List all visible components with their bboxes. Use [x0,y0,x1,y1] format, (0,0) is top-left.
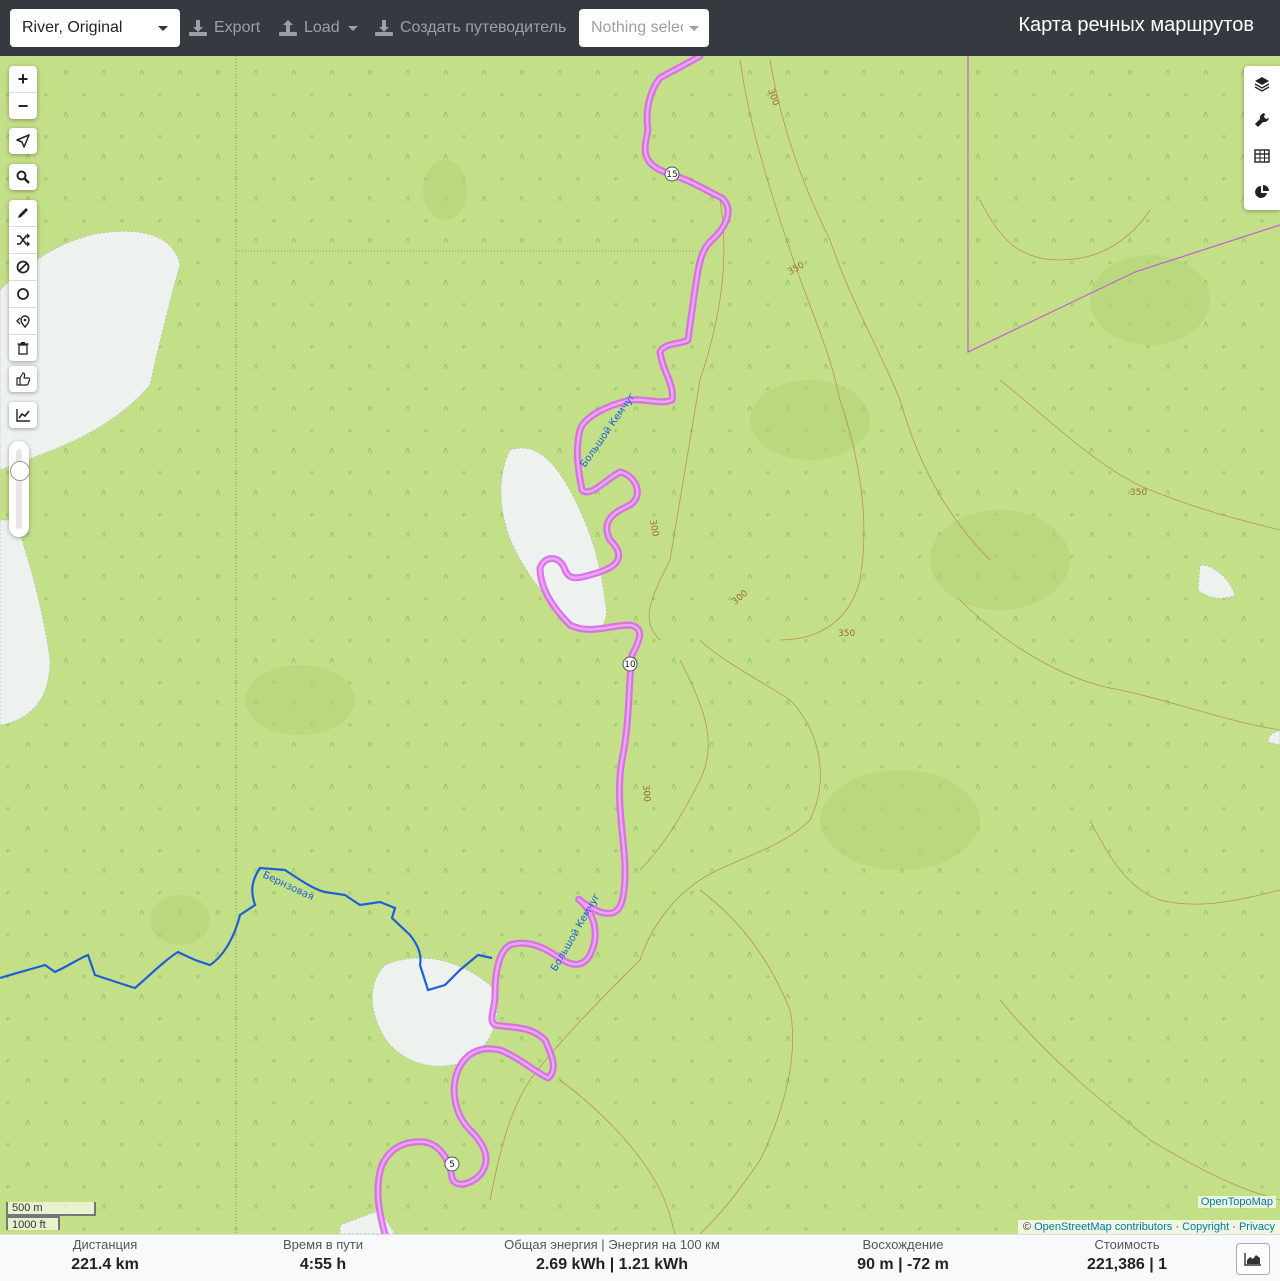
stat-distance: Дистанция 221.4 km [40,1237,170,1274]
circle-button[interactable] [9,280,37,307]
layers-button[interactable] [1244,66,1280,102]
waypoint-marker[interactable]: 5 [444,1156,460,1172]
draw-button[interactable] [9,200,37,226]
route-stats-bar: Дистанция 221.4 km Время в пути 4:55 h О… [0,1234,1280,1281]
elevation-control [9,402,37,428]
attribution-separator: · [1175,1221,1179,1233]
line-chart-icon [15,409,30,422]
waypoint-marker[interactable]: 10 [622,656,638,672]
locate-button[interactable] [9,128,37,154]
elevation-chart-button[interactable] [9,402,37,428]
edit-toolbar [9,200,37,361]
area-chart-icon [1244,1253,1261,1266]
trash-icon [17,342,29,355]
search-icon [16,170,30,184]
attribution-prefix: © [1022,1221,1032,1233]
create-guide-button[interactable]: Создать путеводитель [374,16,566,40]
stat-label: Время в пути [283,1237,363,1252]
location-arrow-icon [16,134,30,148]
stat-energy: Общая энергия | Энергия на 100 км 2.69 k… [482,1237,742,1274]
map[interactable]: ᵩ ᴧ [0,56,1280,1234]
no-go-area-button[interactable] [9,253,37,280]
poi-button[interactable] [9,307,37,334]
stat-value: 221.4 km [71,1256,139,1273]
search-button[interactable] [9,164,37,190]
opacity-slider[interactable] [9,441,30,537]
chevron-down-icon [689,25,699,31]
osm-link[interactable]: OpenStreetMap contributors [1034,1221,1172,1233]
download-icon [375,20,393,36]
thumbs-up-icon [15,372,30,386]
waypoint-label: 5 [449,1160,455,1170]
profile-select[interactable]: River, Original [10,9,180,47]
layers-icon [1254,77,1270,92]
pie-chart-icon [1255,185,1269,198]
shuffle-icon [17,233,30,247]
map-canvas[interactable]: ᵩ ᴧ [0,56,1280,1234]
search-control [9,164,37,190]
stat-label: Стоимость [1094,1237,1160,1252]
stat-ascent: Восхождение 90 m | -72 m [838,1237,968,1274]
circle-icon [17,288,29,300]
contour-label: 350 [1130,488,1147,498]
waypoint-label: 15 [666,170,677,180]
scale-bar: 500 m 1000 ft [6,1202,96,1231]
analysis-button[interactable] [1244,174,1280,210]
stat-cost: Стоимость 221,386 | 1 [1062,1237,1192,1274]
attribution-separator: · [1232,1221,1236,1233]
scale-imperial: 1000 ft [6,1216,60,1231]
profile-select-value: River, Original [22,19,123,36]
waypoint-label: 10 [624,660,636,670]
reverse-route-button[interactable] [9,226,37,253]
stat-value: 90 m | -72 m [857,1256,949,1273]
zoom-in-button[interactable]: + [9,66,37,92]
stat-value: 2.69 kWh | 1.21 kWh [535,1256,689,1273]
attribution: © OpenStreetMap contributors · Copyright… [1017,1220,1280,1234]
map-marker-icon [16,315,30,328]
export-label: Export [214,19,261,36]
locate-control [9,128,37,154]
contour-label: 350 [838,629,855,639]
layer-name[interactable]: OpenTopoMap [1197,1196,1276,1208]
load-button[interactable]: Load [278,16,358,40]
chevron-down-icon [347,25,358,31]
create-guide-label: Создать путеводитель [400,19,567,36]
thumb-control [9,366,37,392]
slider-knob[interactable] [10,461,30,481]
copyright-link[interactable]: Copyright [1182,1221,1229,1233]
table-button[interactable] [1244,138,1280,174]
stat-value: 4:55 h [299,1256,347,1273]
navbar: River, Original Export Load Создать путе… [0,0,1280,56]
stat-value: 221,386 | 1 [1086,1256,1168,1273]
export-button[interactable]: Export [188,16,260,40]
scale-metric: 500 m [6,1202,96,1216]
stat-label: Общая энергия | Энергия на 100 км [504,1237,720,1252]
elevation-profile-button[interactable] [1236,1243,1270,1275]
upload-icon [279,20,297,36]
selection-dropdown-value: Nothing selected [591,19,683,36]
chevron-down-icon [158,25,168,31]
pencil-icon [18,208,28,218]
ban-icon [16,260,30,274]
download-icon [189,20,207,36]
contour-label: 300 [640,784,651,802]
selection-dropdown[interactable]: Nothing selected [579,9,709,47]
waypoint-marker[interactable]: 15 [664,166,680,182]
settings-button[interactable] [1244,102,1280,138]
load-label: Load [304,19,340,36]
zoom-control: + − [9,66,37,119]
privacy-link[interactable]: Privacy [1239,1221,1275,1233]
stat-time: Время в пути 4:55 h [258,1237,388,1274]
delete-button[interactable] [9,334,37,361]
stat-label: Дистанция [72,1237,138,1252]
zoom-out-button[interactable]: − [9,92,37,119]
stat-label: Восхождение [862,1237,944,1252]
right-toolbar [1244,66,1280,210]
app-title: Карта речных маршрутов [1018,14,1254,36]
wrench-icon [1255,113,1269,127]
table-icon [1254,149,1270,163]
hand-pointer-button[interactable] [9,366,37,392]
